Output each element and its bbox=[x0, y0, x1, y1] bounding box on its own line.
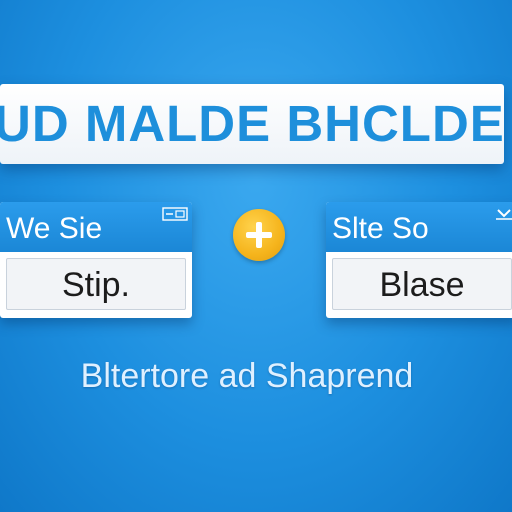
right-window-title: Slte So bbox=[332, 212, 429, 245]
left-window-field[interactable]: Stip. bbox=[6, 258, 186, 310]
right-window-header: Slte So bbox=[326, 202, 512, 252]
right-window-value: Blase bbox=[379, 266, 465, 304]
window-controls-icon[interactable] bbox=[162, 207, 188, 221]
plus-button[interactable] bbox=[233, 209, 285, 261]
expand-icon[interactable] bbox=[488, 207, 512, 221]
caption: Bltertore ad Shaprend bbox=[80, 357, 414, 395]
banner-title: UD MALDE BHCLDE bbox=[0, 95, 504, 152]
right-window: Slte So Blase bbox=[326, 202, 512, 318]
left-window-value: Stip. bbox=[61, 266, 131, 304]
plus-icon bbox=[246, 222, 272, 248]
banner: UD MALDE BHCLDE bbox=[0, 84, 504, 164]
left-window-title: We Sie bbox=[6, 212, 103, 245]
right-window-field[interactable]: Blase bbox=[332, 258, 512, 310]
left-window-header: We Sie bbox=[0, 202, 192, 252]
left-window: We Sie Stip. bbox=[0, 202, 192, 318]
